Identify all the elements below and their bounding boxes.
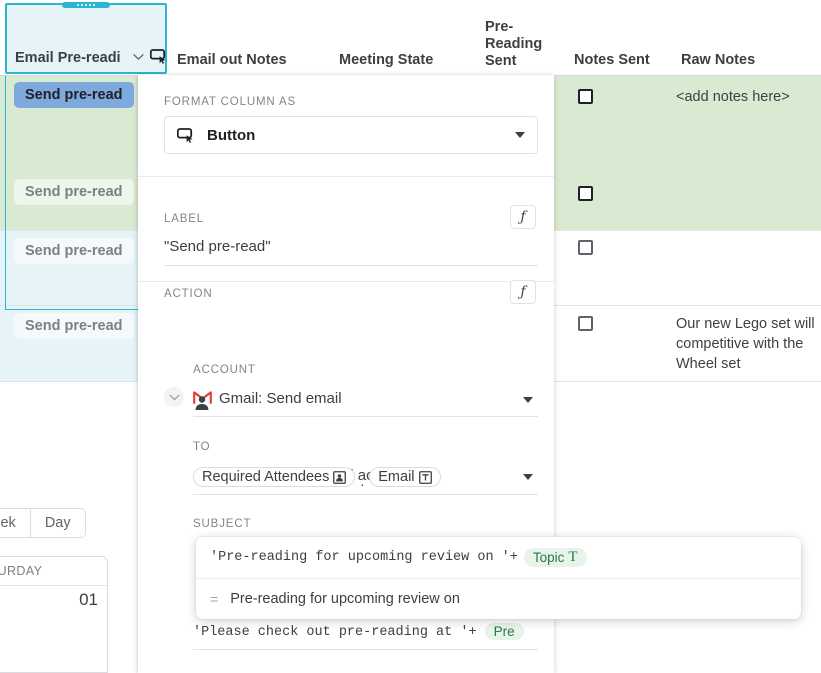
- action-section-label: ACTION: [164, 288, 213, 300]
- chevron-down-icon[interactable]: [133, 53, 144, 61]
- suggestion-text: Pre-reading for upcoming review on: [230, 591, 460, 607]
- subject-formula-input[interactable]: 'Pre-reading for upcoming review on '+ T…: [196, 537, 801, 578]
- cell-email-prereading[interactable]: Send pre-read: [0, 172, 138, 230]
- button-icon: [177, 127, 193, 143]
- send-pre-read-button[interactable]: Send pre-read: [14, 179, 134, 205]
- notes-sent-checkbox[interactable]: [578, 186, 593, 201]
- send-pre-read-button[interactable]: Send pre-read: [14, 313, 134, 339]
- chevron-down-icon[interactable]: [164, 387, 184, 407]
- to-chip-required-attendees[interactable]: Required Attendees: [193, 467, 356, 487]
- chevron-down-icon[interactable]: [523, 474, 533, 480]
- cell-email-prereading[interactable]: Send pre-read: [0, 231, 138, 305]
- body-formula-field[interactable]: 'Please check out pre-reading at '+ Pre: [193, 623, 538, 640]
- action-field-underline: [193, 416, 538, 417]
- subject-formula-suggestion[interactable]: = Pre-reading for upcoming review on: [196, 578, 801, 619]
- to-field-chips[interactable]: Required Attendees . Email: [193, 467, 441, 489]
- column-header-email-prereading-selected[interactable]: Email Pre-readi: [5, 2, 168, 74]
- calendar-day-column[interactable]: SATURDAY 01: [0, 556, 108, 673]
- to-chip-separator: .: [360, 473, 365, 489]
- calendar-view-week[interactable]: Week: [0, 509, 30, 537]
- to-section-label: TO: [193, 441, 211, 453]
- label-field-value[interactable]: "Send pre-read": [164, 238, 271, 255]
- notes-sent-checkbox[interactable]: [578, 89, 593, 104]
- calendar-day-number: 01: [79, 590, 98, 609]
- column-header-meeting-state[interactable]: Meeting State: [339, 52, 433, 69]
- format-column-as-label: FORMAT COLUMN AS: [164, 96, 297, 108]
- app-root: Send pre-read <add notes here> Send pre-…: [0, 0, 821, 673]
- cell-email-prereading[interactable]: Send pre-read: [0, 306, 138, 381]
- calendar-view-toggle[interactable]: Week Day: [0, 508, 86, 538]
- notes-sent-checkbox[interactable]: [578, 240, 593, 255]
- chevron-down-icon: [515, 132, 525, 138]
- text-column-icon: [418, 470, 432, 484]
- notes-sent-checkbox[interactable]: [578, 316, 593, 331]
- column-header-email-out-notes[interactable]: Email out Notes: [177, 52, 287, 69]
- panel-divider: [138, 176, 554, 177]
- body-formula-text: 'Please check out pre-reading at '+: [193, 625, 477, 641]
- column-drag-handle[interactable]: [62, 2, 110, 8]
- panel-divider: [138, 281, 554, 282]
- body-formula-chip[interactable]: Pre: [484, 623, 524, 640]
- raw-notes-text[interactable]: <add notes here>: [676, 87, 821, 107]
- raw-notes-text[interactable]: Our new Lego set will competitive with t…: [676, 314, 821, 374]
- account-field-underline: [193, 494, 538, 495]
- subject-formula-chip-topic[interactable]: Topic T: [523, 548, 587, 567]
- format-type-select[interactable]: Button: [164, 116, 538, 154]
- to-chip-label: Email: [378, 469, 415, 485]
- calendar-day-label: SATURDAY: [0, 557, 107, 586]
- send-pre-read-button[interactable]: Send pre-read: [14, 238, 134, 264]
- column-header-raw-notes[interactable]: Raw Notes: [681, 52, 755, 69]
- column-header-notes-sent[interactable]: Notes Sent: [574, 52, 650, 69]
- chevron-down-icon[interactable]: [523, 397, 533, 403]
- action-formula-button[interactable]: ƒ: [510, 280, 536, 304]
- label-section-label: LABEL: [164, 213, 205, 225]
- send-pre-read-button[interactable]: Send pre-read: [14, 82, 134, 108]
- cell-email-prereading[interactable]: Send pre-read: [0, 75, 138, 171]
- people-column-icon: [333, 470, 347, 484]
- text-type-icon: T: [568, 549, 578, 565]
- calendar-view-day[interactable]: Day: [29, 509, 85, 537]
- column-header-pre-reading-sent[interactable]: Pre- Reading Sent: [485, 19, 542, 70]
- label-formula-button[interactable]: ƒ: [510, 205, 536, 229]
- account-section-label: ACCOUNT: [193, 364, 256, 376]
- equals-icon: =: [210, 591, 219, 607]
- button-icon[interactable]: [150, 49, 168, 64]
- table-header-row: Email out Notes Meeting State Pre- Readi…: [0, 0, 821, 76]
- to-chip-email[interactable]: Email: [369, 467, 441, 487]
- label-field-underline: [164, 265, 538, 266]
- body-field-underline: [193, 649, 538, 650]
- chip-label: Topic: [532, 550, 565, 565]
- person-icon: [195, 396, 209, 410]
- action-field-value[interactable]: Gmail: Send email: [219, 390, 342, 407]
- format-type-value: Button: [207, 126, 256, 144]
- subject-formula-text: 'Pre-reading for upcoming review on '+: [210, 550, 518, 565]
- to-chip-label: Required Attendees: [202, 469, 330, 485]
- subject-formula-autocomplete-popup[interactable]: 'Pre-reading for upcoming review on '+ T…: [196, 537, 801, 619]
- column-header-label: Email Pre-readi: [15, 50, 121, 66]
- subject-section-label: SUBJECT: [193, 518, 252, 530]
